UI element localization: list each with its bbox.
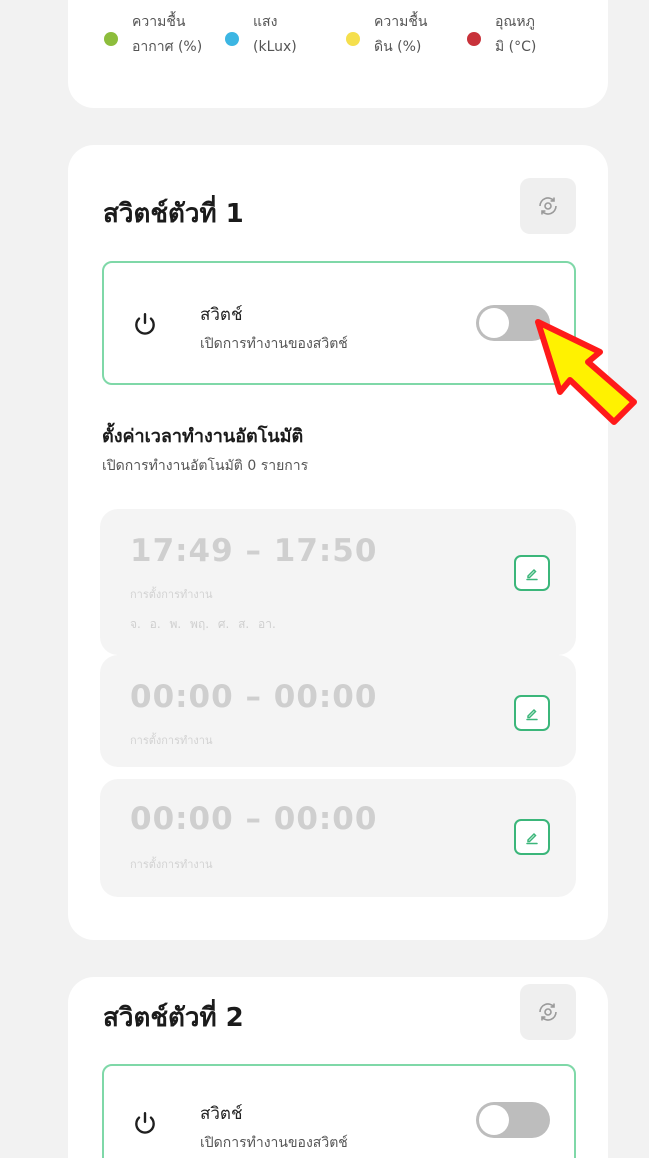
settings-icon	[539, 1003, 557, 1021]
schedule-days: จ. อ. พ. พฤ. ศ. ส. อา.	[130, 617, 276, 631]
settings-button[interactable]	[520, 984, 576, 1040]
card-title: สวิตช์ตัวที่ 1	[103, 199, 244, 229]
pencil-icon	[526, 568, 538, 581]
schedule-label: การตั้งการทำงาน	[130, 734, 213, 747]
switch-name: สวิตช์	[200, 305, 243, 325]
legend-label: แสง	[253, 14, 278, 30]
schedule-label: การตั้งการทำงาน	[130, 588, 213, 601]
settings-icon	[539, 197, 557, 215]
legend-label: (kLux)	[253, 39, 297, 55]
edit-schedule-button[interactable]	[514, 555, 550, 591]
legend-dot-green	[104, 32, 118, 46]
toggle-knob	[479, 1105, 509, 1135]
legend-item-soil-moisture: ความชื้น ดิน (%)	[346, 10, 467, 60]
card-title: สวิตช์ตัวที่ 2	[103, 1003, 244, 1033]
switch-toggle[interactable]	[476, 1102, 550, 1138]
toggle-knob	[479, 308, 509, 338]
switch-control-box: สวิตช์ เปิดการทำงานของสวิตช์	[102, 1064, 576, 1158]
legend-item-temperature: อุณหภู มิ (°C)	[467, 10, 588, 60]
switch-description: เปิดการทำงานของสวิตช์	[200, 1135, 348, 1151]
switch-2-card: สวิตช์ตัวที่ 2 สวิตช์ เปิดการทำงานของสวิ…	[68, 977, 608, 1158]
legend-label: อากาศ (%)	[132, 39, 203, 55]
schedule-label: การตั้งการทำงาน	[130, 858, 213, 871]
schedule-time: 00:00 – 00:00	[130, 801, 378, 837]
pointer-arrow-icon	[535, 319, 637, 425]
legend-label: ความชื้น	[132, 14, 186, 30]
schedule-subtitle: เปิดการทำงานอัตโนมัติ 0 รายการ	[102, 458, 309, 474]
legend-dot-blue	[225, 32, 239, 46]
schedule-item: 00:00 – 00:00 การตั้งการทำงาน	[100, 779, 576, 897]
power-icon	[135, 313, 155, 335]
legend-label: ดิน (%)	[374, 39, 422, 55]
pencil-icon	[526, 832, 538, 845]
edit-schedule-button[interactable]	[514, 819, 550, 855]
legend-item-light: แสง (kLux)	[225, 10, 346, 60]
legend-item-air-humidity: ความชื้น อากาศ (%)	[104, 10, 225, 60]
legend-dot-yellow	[346, 32, 360, 46]
schedule-title: ตั้งค่าเวลาทำงานอัตโนมัติ	[102, 426, 304, 447]
schedule-time: 17:49 – 17:50	[130, 533, 378, 569]
switch-control-box: สวิตช์ เปิดการทำงานของสวิตช์	[102, 261, 576, 385]
switch-name: สวิตช์	[200, 1104, 243, 1124]
power-icon	[135, 1112, 155, 1134]
legend-dot-red	[467, 32, 481, 46]
switch-1-card: สวิตช์ตัวที่ 1 สวิตช์ เปิดการทำงานของสวิ…	[68, 145, 608, 940]
settings-button[interactable]	[520, 178, 576, 234]
pencil-icon	[526, 708, 538, 721]
legend-label: ความชื้น	[374, 14, 428, 30]
chart-legend-card: ความชื้น อากาศ (%) แสง (kLux) ความชื้น ด…	[68, 0, 608, 108]
legend-label: มิ (°C)	[495, 39, 537, 55]
chart-legend: ความชื้น อากาศ (%) แสง (kLux) ความชื้น ด…	[104, 10, 588, 60]
legend-label: อุณหภู	[495, 14, 535, 30]
schedule-item: 17:49 – 17:50 การตั้งการทำงาน จ. อ. พ. พ…	[100, 509, 576, 655]
edit-schedule-button[interactable]	[514, 695, 550, 731]
switch-description: เปิดการทำงานของสวิตช์	[200, 336, 348, 352]
schedule-item: 00:00 – 00:00 การตั้งการทำงาน	[100, 655, 576, 767]
schedule-time: 00:00 – 00:00	[130, 679, 378, 715]
